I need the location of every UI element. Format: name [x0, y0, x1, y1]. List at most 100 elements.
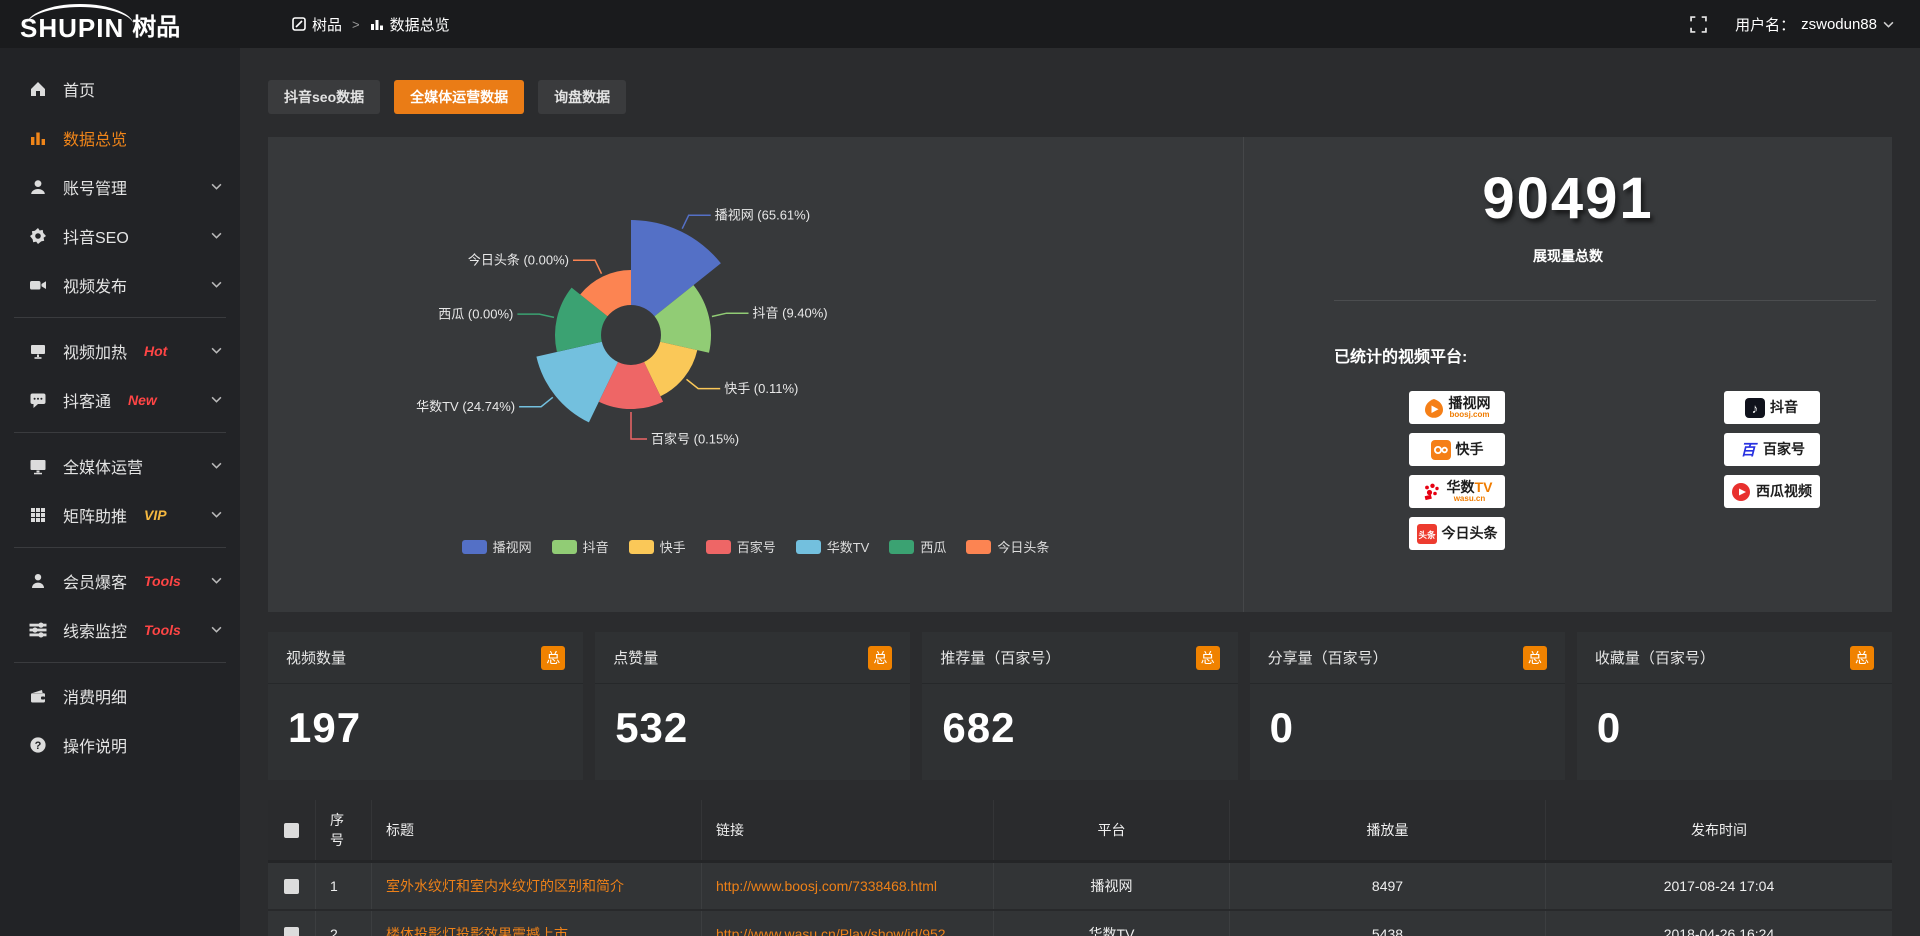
header-cell-link: 链接 [702, 800, 994, 860]
platform-name: 西瓜视频 [1756, 485, 1812, 498]
sidebar-divider [14, 317, 226, 318]
platform-badge-grid: 播视网boosj.com快手华数TVwasu.cn头条今日头条♪抖音百百家号西瓜… [1409, 391, 1892, 550]
sidebar-item-label: 数据总览 [63, 126, 127, 150]
pie-label: 华数TV (24.74%) [416, 399, 515, 414]
sidebar-item-label: 操作说明 [63, 733, 127, 757]
header-cell-index: 序号 [316, 800, 372, 860]
legend-item-4[interactable]: 华数TV [796, 537, 870, 556]
rose-chart-area: 播视网 (65.61%)抖音 (9.40%)快手 (0.11%)百家号 (0.1… [268, 137, 1243, 612]
username-label: 用户名： [1735, 14, 1795, 35]
header-cell-check [268, 800, 316, 860]
sidebar-item-douketong[interactable]: 抖客通New [0, 375, 240, 424]
chevron-down-icon [211, 347, 222, 354]
video-url-link[interactable]: http://www.wasu.cn/Play/show/id/952... [716, 926, 957, 936]
stat-label: 分享量（百家号） [1268, 647, 1388, 668]
sidebar-item-label: 抖音SEO [63, 224, 129, 248]
sidebar-item-video-publish[interactable]: 视频发布 [0, 260, 240, 309]
kuaishou-logo-icon [1431, 440, 1451, 460]
pie-slice-4[interactable] [536, 342, 618, 423]
header-cell-time: 发布时间 [1546, 800, 1892, 860]
svg-text:头条: 头条 [1418, 529, 1436, 539]
label-line [573, 260, 602, 274]
breadcrumb-item-shupin[interactable]: 树品 [292, 14, 342, 35]
stat-card-recommend-count: 推荐量（百家号）总682 [922, 632, 1237, 780]
chevron-down-icon [211, 183, 222, 190]
legend-item-2[interactable]: 快手 [629, 537, 686, 556]
legend-item-0[interactable]: 播视网 [462, 537, 532, 556]
sidebar-item-label: 消费明细 [63, 684, 127, 708]
platform-name: 快手 [1456, 443, 1484, 456]
legend-swatch [629, 540, 654, 554]
tab-inquiry-data[interactable]: 询盘数据 [538, 80, 626, 114]
stat-label: 推荐量（百家号） [940, 647, 1060, 668]
sidebar-item-douyin-seo[interactable]: 抖音SEO [0, 211, 240, 260]
chevron-down-icon [211, 281, 222, 288]
app-icon [292, 17, 306, 31]
legend-item-3[interactable]: 百家号 [706, 537, 776, 556]
select-all-checkbox[interactable] [284, 823, 299, 838]
sidebar-item-media-ops[interactable]: 全媒体运营 [0, 441, 240, 490]
total-badge: 总 [1850, 646, 1874, 670]
toutiao-logo-icon: 头条 [1417, 524, 1437, 544]
sidebar-item-badge: Tools [144, 573, 181, 589]
legend-item-5[interactable]: 西瓜 [889, 537, 946, 556]
sidebar-item-label: 账号管理 [63, 175, 127, 199]
user2-icon [28, 572, 48, 590]
sidebar-item-help[interactable]: ?操作说明 [0, 720, 240, 769]
row-cell-time: 2018-04-26 16:24 [1546, 911, 1892, 936]
label-line [687, 379, 721, 388]
row-checkbox[interactable] [284, 927, 299, 936]
tab-douyin-seo-data[interactable]: 抖音seo数据 [268, 80, 380, 114]
video-url-link[interactable]: http://www.boosj.com/7338468.html [716, 878, 937, 894]
row-cell-index: 2 [316, 911, 372, 936]
breadcrumb-separator: > [352, 17, 360, 32]
breadcrumb-item-data-overview[interactable]: 数据总览 [370, 14, 450, 35]
divider [1334, 300, 1876, 301]
sidebar-item-badge: Hot [144, 343, 167, 359]
legend-item-6[interactable]: 今日头条 [966, 537, 1049, 556]
pie-label: 播视网 (65.61%) [715, 208, 810, 223]
sidebar-item-label: 视频发布 [63, 273, 127, 297]
tab-media-ops-data[interactable]: 全媒体运营数据 [394, 80, 524, 114]
sidebar-item-account-manage[interactable]: 账号管理 [0, 162, 240, 211]
user-menu[interactable]: 用户名：zswodun88 [1735, 14, 1894, 35]
table-row: 2 楼体投影灯投影效果震撼上市 http://www.wasu.cn/Play/sh… [268, 911, 1892, 936]
boosj-logo-icon [1424, 398, 1444, 418]
fullscreen-icon[interactable] [1690, 16, 1707, 33]
chevron-down-icon [1883, 21, 1894, 28]
sidebar-item-video-heat[interactable]: 视频加热Hot [0, 326, 240, 375]
legend-label: 抖音 [583, 537, 609, 556]
monitor-icon [28, 457, 48, 475]
platform-badge-wasu: 华数TVwasu.cn [1409, 475, 1505, 508]
pie-label: 百家号 (0.15%) [651, 432, 739, 447]
sidebar-item-matrix-boost[interactable]: 矩阵助推VIP [0, 490, 240, 539]
stat-card-share-count: 分享量（百家号）总0 [1250, 632, 1565, 780]
row-cell-plays: 5438 [1230, 911, 1546, 936]
stat-label: 点赞量 [613, 647, 658, 668]
platform-badge-kuaishou: 快手 [1409, 433, 1505, 466]
label-line [682, 215, 711, 229]
legend-item-1[interactable]: 抖音 [552, 537, 609, 556]
sidebar-item-consume-detail[interactable]: 消费明细 [0, 671, 240, 720]
sidebar-item-label: 会员爆客 [63, 569, 127, 593]
video-title-link[interactable]: 室外水纹灯和室内水纹灯的区别和简介 [386, 876, 624, 896]
logo-text-cn: 树品 [132, 8, 180, 48]
sidebar-item-member-burst[interactable]: 会员爆客 Tools [0, 556, 240, 605]
sidebar-item-home[interactable]: 首页 [0, 64, 240, 113]
row-checkbox[interactable] [284, 879, 299, 894]
video-title-link[interactable]: 楼体投影灯投影效果震撼上市 [386, 924, 568, 936]
total-badge: 总 [1196, 646, 1220, 670]
platform-caption: boosj.com [1449, 411, 1489, 419]
stat-value: 197 [268, 684, 583, 752]
grid-icon [28, 506, 48, 524]
total-badge: 总 [1523, 646, 1547, 670]
baijiahao-logo-icon: 百 [1738, 440, 1758, 460]
platform-name: 华数TV [1447, 481, 1493, 494]
rose-chart[interactable]: 播视网 (65.61%)抖音 (9.40%)快手 (0.11%)百家号 (0.1… [268, 149, 1243, 539]
pie-label: 西瓜 (0.00%) [438, 307, 513, 322]
sidebar-item-clue-monitor[interactable]: 线索监控Tools [0, 605, 240, 654]
sidebar-item-data-overview[interactable]: 数据总览 [0, 113, 240, 162]
row-cell-check [268, 911, 316, 936]
svg-text:百: 百 [1740, 442, 1758, 459]
row-cell-time: 2017-08-24 17:04 [1546, 863, 1892, 909]
